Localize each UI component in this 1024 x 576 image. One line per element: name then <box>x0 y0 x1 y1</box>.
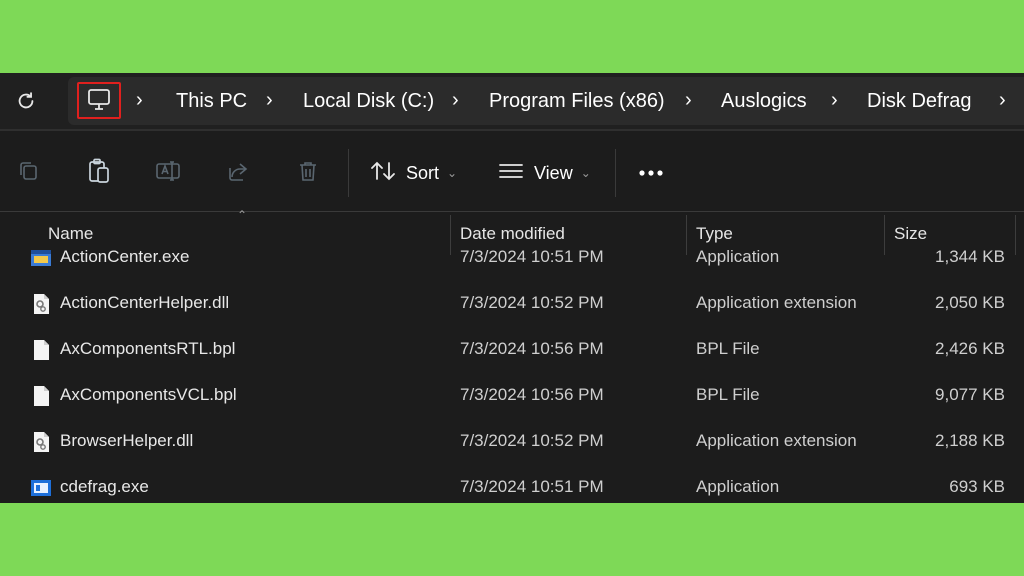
paste-icon <box>86 157 112 190</box>
rename-icon <box>155 159 181 188</box>
toolbar-separator <box>348 149 349 197</box>
sort-icon <box>370 160 396 187</box>
chevron-down-icon: ⌄ <box>580 166 591 180</box>
file-name: BrowserHelper.dll <box>60 431 194 450</box>
share-button[interactable] <box>216 153 260 193</box>
file-type: Application <box>696 477 780 496</box>
file-size: 9,077 KB <box>935 385 1005 404</box>
file-date: 7/3/2024 10:52 PM <box>460 431 604 450</box>
copy-icon <box>16 159 40 188</box>
breadcrumb-item[interactable]: Local Disk (C:) <box>303 77 434 125</box>
toolbar-separator <box>615 149 616 197</box>
file-date: 7/3/2024 10:56 PM <box>460 339 604 358</box>
file-size: 2,426 KB <box>935 339 1005 358</box>
view-button[interactable]: View ⌄ <box>498 153 591 193</box>
breadcrumb-item[interactable]: This PC <box>176 77 247 125</box>
breadcrumb-item[interactable]: Program Files (x86) <box>489 77 665 125</box>
chevron-right-icon[interactable]: › <box>685 77 692 125</box>
file-name: ActionCenter.exe <box>60 247 190 266</box>
chevron-right-icon[interactable]: › <box>831 77 838 125</box>
file-name: ActionCenterHelper.dll <box>60 293 230 312</box>
chevron-right-icon[interactable]: › <box>136 77 143 125</box>
file-name: AxComponentsVCL.bpl <box>60 385 237 404</box>
chevron-down-icon: ⌄ <box>447 166 458 180</box>
file-name: AxComponentsRTL.bpl <box>60 339 236 358</box>
dll-gear-icon <box>30 431 52 453</box>
refresh-icon[interactable] <box>6 83 46 119</box>
file-date: 7/3/2024 10:56 PM <box>460 385 604 404</box>
header-divider <box>0 211 1024 212</box>
more-dots-icon <box>638 164 664 182</box>
share-icon <box>226 159 250 188</box>
copy-button[interactable] <box>6 153 50 193</box>
app-window-icon <box>30 477 52 499</box>
see-more-button[interactable] <box>629 153 673 193</box>
breadcrumb-item[interactable]: Disk Defrag <box>867 77 971 125</box>
sort-ascending-icon: ⌃ <box>237 208 248 222</box>
breadcrumb-item[interactable]: Auslogics <box>721 77 807 125</box>
view-label: View <box>534 162 573 183</box>
app-window-icon <box>30 247 52 269</box>
paste-highlight-box <box>77 82 121 119</box>
file-list: ActionCenter.exe 7/3/2024 10:51 PM Appli… <box>0 243 1024 503</box>
blank-file-icon <box>30 385 52 407</box>
file-type: Application extension <box>696 293 857 312</box>
file-row[interactable]: AxComponentsRTL.bpl 7/3/2024 10:56 PM BP… <box>0 326 1024 372</box>
file-size: 2,050 KB <box>935 293 1005 312</box>
breadcrumb[interactable]: › This PC › Local Disk (C:) › Program Fi… <box>68 77 1024 125</box>
paste-button[interactable] <box>77 153 121 193</box>
address-bar: › This PC › Local Disk (C:) › Program Fi… <box>0 73 1024 129</box>
delete-button[interactable] <box>286 153 330 193</box>
file-size: 2,188 KB <box>935 431 1005 450</box>
file-row[interactable]: BrowserHelper.dll 7/3/2024 10:52 PM Appl… <box>0 418 1024 464</box>
file-type: BPL File <box>696 339 760 358</box>
file-row[interactable]: ActionCenter.exe 7/3/2024 10:51 PM Appli… <box>0 243 1024 280</box>
file-size: 1,344 KB <box>935 247 1005 266</box>
file-type: BPL File <box>696 385 760 404</box>
file-type: Application extension <box>696 431 857 450</box>
file-row[interactable]: ActionCenterHelper.dll 7/3/2024 10:52 PM… <box>0 280 1024 326</box>
chevron-right-icon[interactable]: › <box>452 77 459 125</box>
file-date: 7/3/2024 10:52 PM <box>460 293 604 312</box>
file-date: 7/3/2024 10:51 PM <box>460 477 604 496</box>
file-name: cdefrag.exe <box>60 477 149 496</box>
file-date: 7/3/2024 10:51 PM <box>460 247 604 266</box>
rename-button[interactable] <box>146 153 190 193</box>
view-list-icon <box>498 161 524 186</box>
blank-file-icon <box>30 339 52 361</box>
sort-label: Sort <box>406 162 440 183</box>
chevron-right-icon[interactable]: › <box>266 77 273 125</box>
dll-gear-icon <box>30 293 52 315</box>
command-bar: Sort ⌄ View ⌄ <box>0 131 1024 213</box>
chevron-right-icon[interactable]: › <box>999 77 1006 125</box>
file-size: 693 KB <box>949 477 1005 496</box>
file-row[interactable]: cdefrag.exe 7/3/2024 10:51 PM Applicatio… <box>0 464 1024 503</box>
file-explorer-window: › This PC › Local Disk (C:) › Program Fi… <box>0 73 1024 503</box>
file-row[interactable]: AxComponentsVCL.bpl 7/3/2024 10:56 PM BP… <box>0 372 1024 418</box>
sort-button[interactable]: Sort ⌄ <box>370 153 457 193</box>
file-type: Application <box>696 247 780 266</box>
trash-icon <box>296 159 320 188</box>
